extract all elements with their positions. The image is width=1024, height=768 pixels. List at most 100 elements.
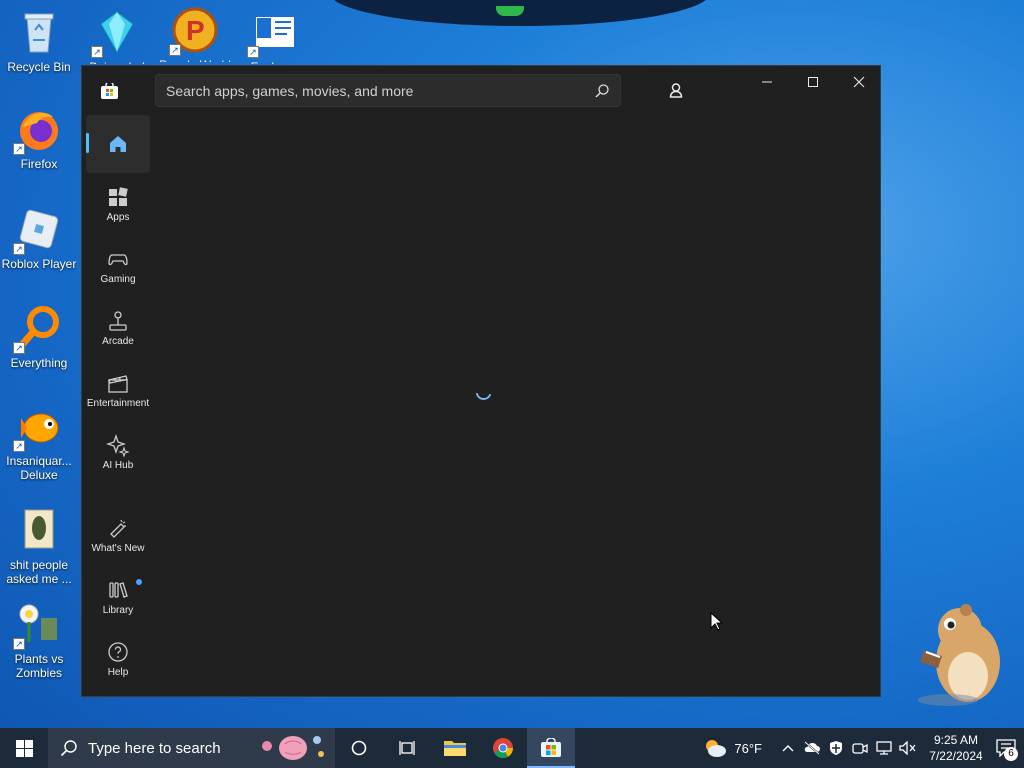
library-icon (106, 578, 130, 602)
desktop-icon-label: Firefox (20, 157, 58, 171)
title-bar[interactable] (82, 66, 880, 114)
nav-item-home[interactable] (86, 115, 150, 173)
nav-item-label: Help (107, 667, 129, 678)
taskbar-search-box[interactable]: Type here to search (48, 728, 335, 768)
nav-item-label: Entertainment (86, 398, 150, 409)
desktop-icon-shit-people-asked[interactable]: shit people asked me ... (0, 506, 78, 586)
store-search-box[interactable] (155, 74, 621, 107)
nav-item-label: What's New (91, 543, 145, 554)
minimize-button[interactable] (744, 66, 790, 98)
image-file-icon (15, 506, 63, 554)
nav-item-arcade[interactable]: Arcade (86, 301, 150, 359)
joystick-icon (106, 309, 130, 333)
volume-tray-button[interactable] (896, 728, 920, 768)
volume-muted-icon (899, 741, 916, 755)
gamepad-icon (106, 247, 130, 271)
chrome-button[interactable] (479, 728, 527, 768)
store-logo-icon (101, 81, 118, 99)
desktop-icon-everything[interactable]: ↗ Everything (0, 304, 78, 370)
nav-item-ai-hub[interactable]: AI Hub (86, 425, 150, 483)
recycle-bin-icon (15, 8, 63, 56)
task-view-button[interactable] (383, 728, 431, 768)
nav-item-label: Apps (106, 212, 130, 223)
desktop-icon-explorer[interactable]: ↗ Explorer (234, 8, 312, 64)
fish-icon: ↗ (13, 402, 63, 452)
store-taskbar-button[interactable] (527, 728, 575, 768)
maximize-icon (808, 77, 818, 87)
chevron-up-icon (782, 745, 794, 752)
network-icon (876, 741, 892, 755)
desktop-icon-recycle-bin[interactable]: Recycle Bin (0, 8, 78, 74)
desktop-icon-label: Roblox Player (1, 257, 77, 271)
store-search-input[interactable] (166, 82, 594, 99)
help-icon (106, 640, 130, 664)
store-icon (541, 738, 561, 757)
nav-item-label: Arcade (102, 336, 134, 347)
nav-item-label: Library (102, 605, 134, 616)
meet-now-tray-button[interactable] (848, 728, 872, 768)
nav-item-label: AI Hub (102, 460, 134, 471)
nav-item-help[interactable]: Help (86, 632, 150, 690)
folder-icon (444, 741, 466, 756)
desktop-icon-label: Explorer (251, 60, 296, 64)
peggle-icon: P ↗ (169, 6, 219, 56)
sparkle-icon (105, 433, 130, 458)
show-hidden-icons-button[interactable] (776, 728, 800, 768)
nav-item-apps[interactable]: Apps (86, 177, 150, 235)
desktop-icon-label: Insaniquar... Deluxe (6, 454, 72, 482)
update-badge (136, 579, 142, 585)
action-center-button[interactable]: 6 (988, 728, 1024, 768)
desktop-icon-insaniquarium[interactable]: ↗ Insaniquar... Deluxe (0, 402, 78, 482)
notification-count-badge: 6 (1004, 747, 1018, 761)
nav-item-entertainment[interactable]: Entertainment (86, 363, 150, 421)
desktop-icon-peggle[interactable]: P ↗ Peggle World (156, 6, 234, 62)
start-button[interactable] (0, 728, 48, 768)
clock[interactable]: 9:25 AM 7/22/2024 (924, 732, 988, 764)
megaphone-icon (106, 516, 130, 540)
desktop-icon-label: Recycle Bin (7, 60, 71, 74)
search-icon[interactable] (594, 83, 610, 99)
close-icon (853, 76, 865, 88)
chrome-icon (493, 738, 514, 759)
search-highlight-doodle-icon (259, 732, 329, 764)
weather-temperature: 76°F (734, 740, 762, 756)
window-app-icon: ↗ (247, 8, 297, 58)
desktop-icon-plants-vs-zombies[interactable]: ↗ Plants vs Zombies (0, 600, 78, 680)
desktop-icon-firefox[interactable]: ↗ Firefox (0, 105, 78, 171)
close-button[interactable] (836, 66, 882, 98)
nav-item-gaming[interactable]: Gaming (86, 239, 150, 297)
cortana-icon (351, 740, 367, 756)
search-icon (60, 740, 77, 757)
system-tray: 76°F 9:25 AM 7/22/2024 6 (702, 728, 1024, 768)
camera-icon (852, 743, 868, 754)
desktop-icon-roblox[interactable]: ↗ Roblox Player (0, 205, 78, 271)
nav-item-whats-new[interactable]: What's New (86, 508, 150, 566)
file-explorer-button[interactable] (431, 728, 479, 768)
nav-item-library[interactable]: Library (86, 570, 150, 628)
maximize-button[interactable] (790, 66, 836, 98)
cloud-off-icon (804, 741, 820, 755)
network-tray-button[interactable] (872, 728, 896, 768)
weather-widget[interactable]: 76°F (702, 737, 762, 759)
nav-item-label: Gaming (100, 274, 136, 285)
minimize-icon (762, 81, 772, 83)
gem-icon: ↗ (91, 8, 141, 58)
shield-icon (830, 741, 842, 755)
desktop-icon-bejeweled[interactable]: ↗ Bejeweled (78, 8, 156, 64)
clock-time: 9:25 AM (933, 733, 979, 747)
firefox-icon: ↗ (13, 105, 63, 155)
desktop-icon-label: shit people asked me ... (6, 558, 72, 586)
roblox-icon: ↗ (13, 205, 63, 255)
home-icon (106, 132, 130, 156)
windows-logo-icon (15, 739, 33, 757)
taskbar: Type here to search 76°F 9:25 AM 7/22/20… (0, 728, 1024, 768)
cortana-button[interactable] (335, 728, 383, 768)
account-icon[interactable] (664, 79, 688, 103)
clock-date: 7/22/2024 (929, 749, 983, 763)
apps-icon (106, 185, 130, 209)
security-tray-button[interactable] (824, 728, 848, 768)
plants-vs-zombies-icon: ↗ (13, 600, 63, 650)
partly-cloudy-icon (706, 740, 727, 757)
hamster-desktop-pet (908, 600, 1008, 710)
onedrive-tray-button[interactable] (800, 728, 824, 768)
